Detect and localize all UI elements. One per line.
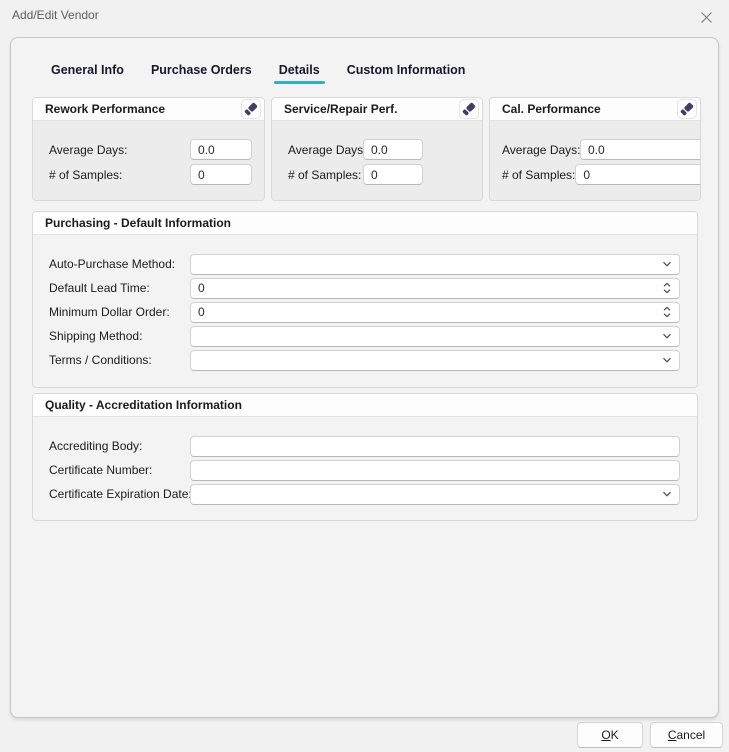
- field-label: Certificate Expiration Date:: [49, 487, 190, 501]
- num-samples-input[interactable]: [583, 168, 701, 182]
- tab-custom-information[interactable]: Custom Information: [347, 63, 466, 84]
- average-days-input[interactable]: [588, 143, 701, 157]
- clear-rework-button[interactable]: [241, 99, 261, 119]
- auto-purchase-method-combobox[interactable]: [190, 254, 680, 275]
- group-cal-performance: Cal. Performance Average Days: #: [489, 97, 701, 201]
- default-lead-time-spinner[interactable]: [190, 278, 680, 299]
- average-days-field: [580, 139, 701, 160]
- group-title: Service/Repair Perf.: [284, 102, 459, 116]
- eraser-icon: [242, 100, 260, 118]
- group-title: Purchasing - Default Information: [45, 216, 694, 230]
- terms-conditions-value[interactable]: [198, 353, 657, 367]
- tab-strip: General Info Purchase Orders Details Cus…: [51, 63, 718, 84]
- field-label: Default Lead Time:: [49, 281, 190, 295]
- field-label: # of Samples:: [502, 168, 575, 182]
- num-samples-field: [575, 164, 701, 185]
- shipping-method-value[interactable]: [198, 329, 657, 343]
- chevron-down-icon[interactable]: [661, 354, 673, 366]
- accrediting-body-input[interactable]: [198, 439, 673, 453]
- certificate-number-field: [190, 460, 680, 481]
- field-label: Shipping Method:: [49, 329, 190, 343]
- certificate-expiration-date-value[interactable]: [198, 487, 657, 501]
- field-label: Average Days:: [49, 143, 190, 157]
- num-samples-input[interactable]: [198, 168, 245, 182]
- chevron-down-icon[interactable]: [661, 488, 673, 500]
- terms-conditions-combobox[interactable]: [190, 350, 680, 371]
- group-rework-performance: Rework Performance Average Days:: [32, 97, 265, 201]
- field-label: Accrediting Body:: [49, 439, 190, 453]
- average-days-field: [190, 139, 252, 160]
- tab-details[interactable]: Details: [279, 63, 320, 84]
- performance-groups-row: Rework Performance Average Days:: [32, 97, 718, 201]
- minimum-dollar-order-value[interactable]: [198, 305, 657, 319]
- field-label: Terms / Conditions:: [49, 353, 190, 367]
- field-label: Minimum Dollar Order:: [49, 305, 190, 319]
- field-label: # of Samples:: [288, 168, 363, 182]
- field-label: # of Samples:: [49, 168, 190, 182]
- group-title: Rework Performance: [45, 102, 241, 116]
- field-label: Average Days:: [502, 143, 580, 157]
- tab-general-info[interactable]: General Info: [51, 63, 124, 84]
- group-title: Quality - Accreditation Information: [45, 398, 694, 412]
- num-samples-field: [190, 164, 252, 185]
- close-button[interactable]: [697, 8, 715, 26]
- group-title: Cal. Performance: [502, 102, 677, 116]
- auto-purchase-method-value[interactable]: [198, 257, 657, 271]
- average-days-input[interactable]: [371, 143, 416, 157]
- num-samples-input[interactable]: [371, 168, 416, 182]
- ok-button[interactable]: OK: [577, 722, 643, 748]
- chevron-down-icon[interactable]: [661, 258, 673, 270]
- field-label: Auto-Purchase Method:: [49, 257, 190, 271]
- spinner-up-down-icon[interactable]: [661, 305, 673, 319]
- accrediting-body-field: [190, 436, 680, 457]
- cancel-button[interactable]: Cancel: [650, 722, 723, 748]
- average-days-field: [363, 139, 423, 160]
- eraser-icon: [460, 100, 478, 118]
- group-service-repair-performance: Service/Repair Perf. Average Days:: [271, 97, 483, 201]
- field-label: Average Days:: [288, 143, 363, 157]
- clear-cal-button[interactable]: [677, 99, 697, 119]
- dialog-footer: OK Cancel: [0, 722, 729, 748]
- certificate-number-input[interactable]: [198, 463, 673, 477]
- group-quality-accreditation-information: Quality - Accreditation Information Accr…: [32, 393, 698, 521]
- dialog-content-panel: General Info Purchase Orders Details Cus…: [10, 37, 719, 718]
- eraser-icon: [678, 100, 696, 118]
- group-purchasing-default-information: Purchasing - Default Information Auto-Pu…: [32, 211, 698, 388]
- title-bar: Add/Edit Vendor: [0, 0, 729, 37]
- tab-purchase-orders[interactable]: Purchase Orders: [151, 63, 252, 84]
- minimum-dollar-order-spinner[interactable]: [190, 302, 680, 323]
- field-label: Certificate Number:: [49, 463, 190, 477]
- close-icon: [700, 11, 713, 24]
- num-samples-field: [363, 164, 423, 185]
- shipping-method-combobox[interactable]: [190, 326, 680, 347]
- clear-service-repair-button[interactable]: [459, 99, 479, 119]
- default-lead-time-value[interactable]: [198, 281, 657, 295]
- average-days-input[interactable]: [198, 143, 245, 157]
- window-title: Add/Edit Vendor: [12, 8, 697, 22]
- spinner-up-down-icon[interactable]: [661, 281, 673, 295]
- certificate-expiration-date-combobox[interactable]: [190, 484, 680, 505]
- chevron-down-icon[interactable]: [661, 330, 673, 342]
